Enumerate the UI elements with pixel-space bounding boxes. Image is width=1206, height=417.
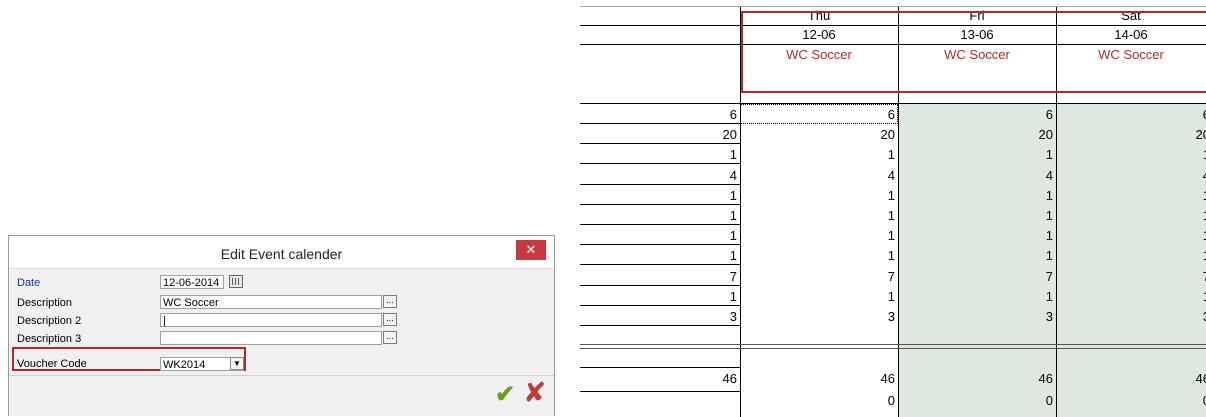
row-divider: [580, 264, 740, 266]
grid-cell[interactable]: 1: [1056, 289, 1206, 304]
row-divider: [580, 143, 740, 145]
description3-label: Description 3: [17, 333, 82, 345]
grid-cell[interactable]: 6: [898, 107, 1053, 122]
grid-cell[interactable]: 20: [1056, 127, 1206, 142]
totals-divider: [580, 344, 1206, 345]
grid-cell[interactable]: 1: [740, 188, 895, 203]
total-cell[interactable]: 46: [580, 371, 737, 386]
grid-cell[interactable]: 4: [740, 168, 895, 183]
grid-cell[interactable]: 1: [898, 228, 1053, 243]
grid-cell[interactable]: 1: [898, 289, 1053, 304]
total-cell[interactable]: 46: [740, 371, 895, 386]
row-divider: [580, 304, 740, 306]
description-field[interactable]: WC Soccer: [160, 295, 382, 309]
description-label: Description: [17, 297, 73, 309]
description3-field[interactable]: [160, 331, 382, 345]
total-cell[interactable]: 0: [898, 393, 1053, 408]
grid-cell[interactable]: 1: [580, 188, 737, 203]
row-divider: [580, 244, 740, 246]
dialog-form: Date 12-06-2014 Description WC Soccer ..…: [9, 268, 554, 376]
calendar-icon[interactable]: [229, 275, 243, 288]
grid-cell[interactable]: 1: [740, 248, 895, 263]
grid-cell[interactable]: 1: [740, 228, 895, 243]
grid-cell[interactable]: 7: [740, 269, 895, 284]
edit-event-dialog: Edit Event calender ✕ Date 12-06-2014 De…: [8, 235, 555, 416]
grid-cell[interactable]: 1: [740, 147, 895, 162]
selected-cell-focus: [740, 104, 898, 124]
description2-field[interactable]: |: [160, 313, 382, 327]
grid-cell[interactable]: 4: [580, 168, 737, 183]
grid-cell[interactable]: 1: [740, 208, 895, 223]
date-label: Date: [17, 277, 41, 289]
grid-cell[interactable]: 1: [1056, 248, 1206, 263]
grid-cell[interactable]: 1: [1056, 188, 1206, 203]
grid-cell[interactable]: 4: [1056, 168, 1206, 183]
grid-cell[interactable]: 4: [898, 168, 1053, 183]
voucher-code-label: Voucher Code: [17, 358, 87, 370]
chevron-down-icon[interactable]: ▼: [230, 357, 244, 370]
grid-cell[interactable]: 1: [580, 228, 737, 243]
grid-cell[interactable]: 1: [898, 248, 1053, 263]
checkmark-icon[interactable]: ✔: [495, 382, 521, 408]
description-ellipsis-button[interactable]: ...: [383, 295, 397, 308]
grid-cell[interactable]: 20: [898, 127, 1053, 142]
event-grid: Thu 12-06 WC Soccer Fri 13-06 WC Soccer Sat 14-…: [580, 6, 1206, 417]
grid-cell[interactable]: 1: [1056, 208, 1206, 223]
dialog-title: Edit Event calender: [220, 246, 343, 262]
description3-ellipsis-button[interactable]: ...: [383, 331, 397, 344]
description2-ellipsis-button[interactable]: ...: [383, 313, 397, 326]
grid-cell[interactable]: 1: [1056, 228, 1206, 243]
grid-cell[interactable]: 3: [740, 309, 895, 324]
grid-cell[interactable]: 7: [898, 269, 1053, 284]
grid-cell[interactable]: 3: [898, 309, 1053, 324]
grid-cell[interactable]: 1: [740, 289, 895, 304]
grid-cell[interactable]: 1: [580, 289, 737, 304]
grid-cell[interactable]: 6: [580, 107, 737, 122]
grid-cell[interactable]: 20: [580, 127, 737, 142]
grid-cell[interactable]: 1: [898, 188, 1053, 203]
close-icon[interactable]: ✕: [516, 240, 546, 260]
dialog-footer: ✔ ✘: [9, 375, 554, 416]
grid-cell[interactable]: 7: [580, 269, 737, 284]
row-divider: [580, 163, 740, 165]
grid-cell[interactable]: 7: [1056, 269, 1206, 284]
header-highlight-box: [741, 11, 1206, 93]
grid-cell[interactable]: 1: [580, 208, 737, 223]
grid-cell[interactable]: 1: [898, 208, 1053, 223]
row-divider: [580, 203, 740, 205]
grid-cell[interactable]: 3: [1056, 309, 1206, 324]
row-divider: [580, 224, 740, 225]
total-cell[interactable]: 0: [1056, 393, 1206, 408]
grid-cell[interactable]: 1: [580, 248, 737, 263]
description2-label: Description 2: [17, 315, 82, 327]
total-cell[interactable]: 0: [740, 393, 895, 408]
grid-cell[interactable]: 20: [740, 127, 895, 142]
grid-cell[interactable]: 6: [1056, 107, 1206, 122]
row-divider: [580, 123, 740, 124]
total-cell[interactable]: 46: [898, 371, 1053, 386]
grid-cell[interactable]: 1: [898, 147, 1053, 162]
row-divider: [580, 284, 740, 286]
row-divider: [580, 391, 740, 392]
total-cell[interactable]: 46: [1056, 371, 1206, 386]
totals-divider: [580, 348, 1206, 349]
date-field[interactable]: 12-06-2014: [160, 275, 224, 289]
grid-cell[interactable]: 3: [580, 309, 737, 324]
cancel-icon[interactable]: ✘: [523, 379, 549, 407]
grid-cell[interactable]: 1: [1056, 147, 1206, 162]
grid-cell[interactable]: 1: [580, 147, 737, 162]
row-divider: [580, 183, 740, 185]
row-divider: [580, 367, 740, 368]
row-divider: [580, 325, 740, 326]
